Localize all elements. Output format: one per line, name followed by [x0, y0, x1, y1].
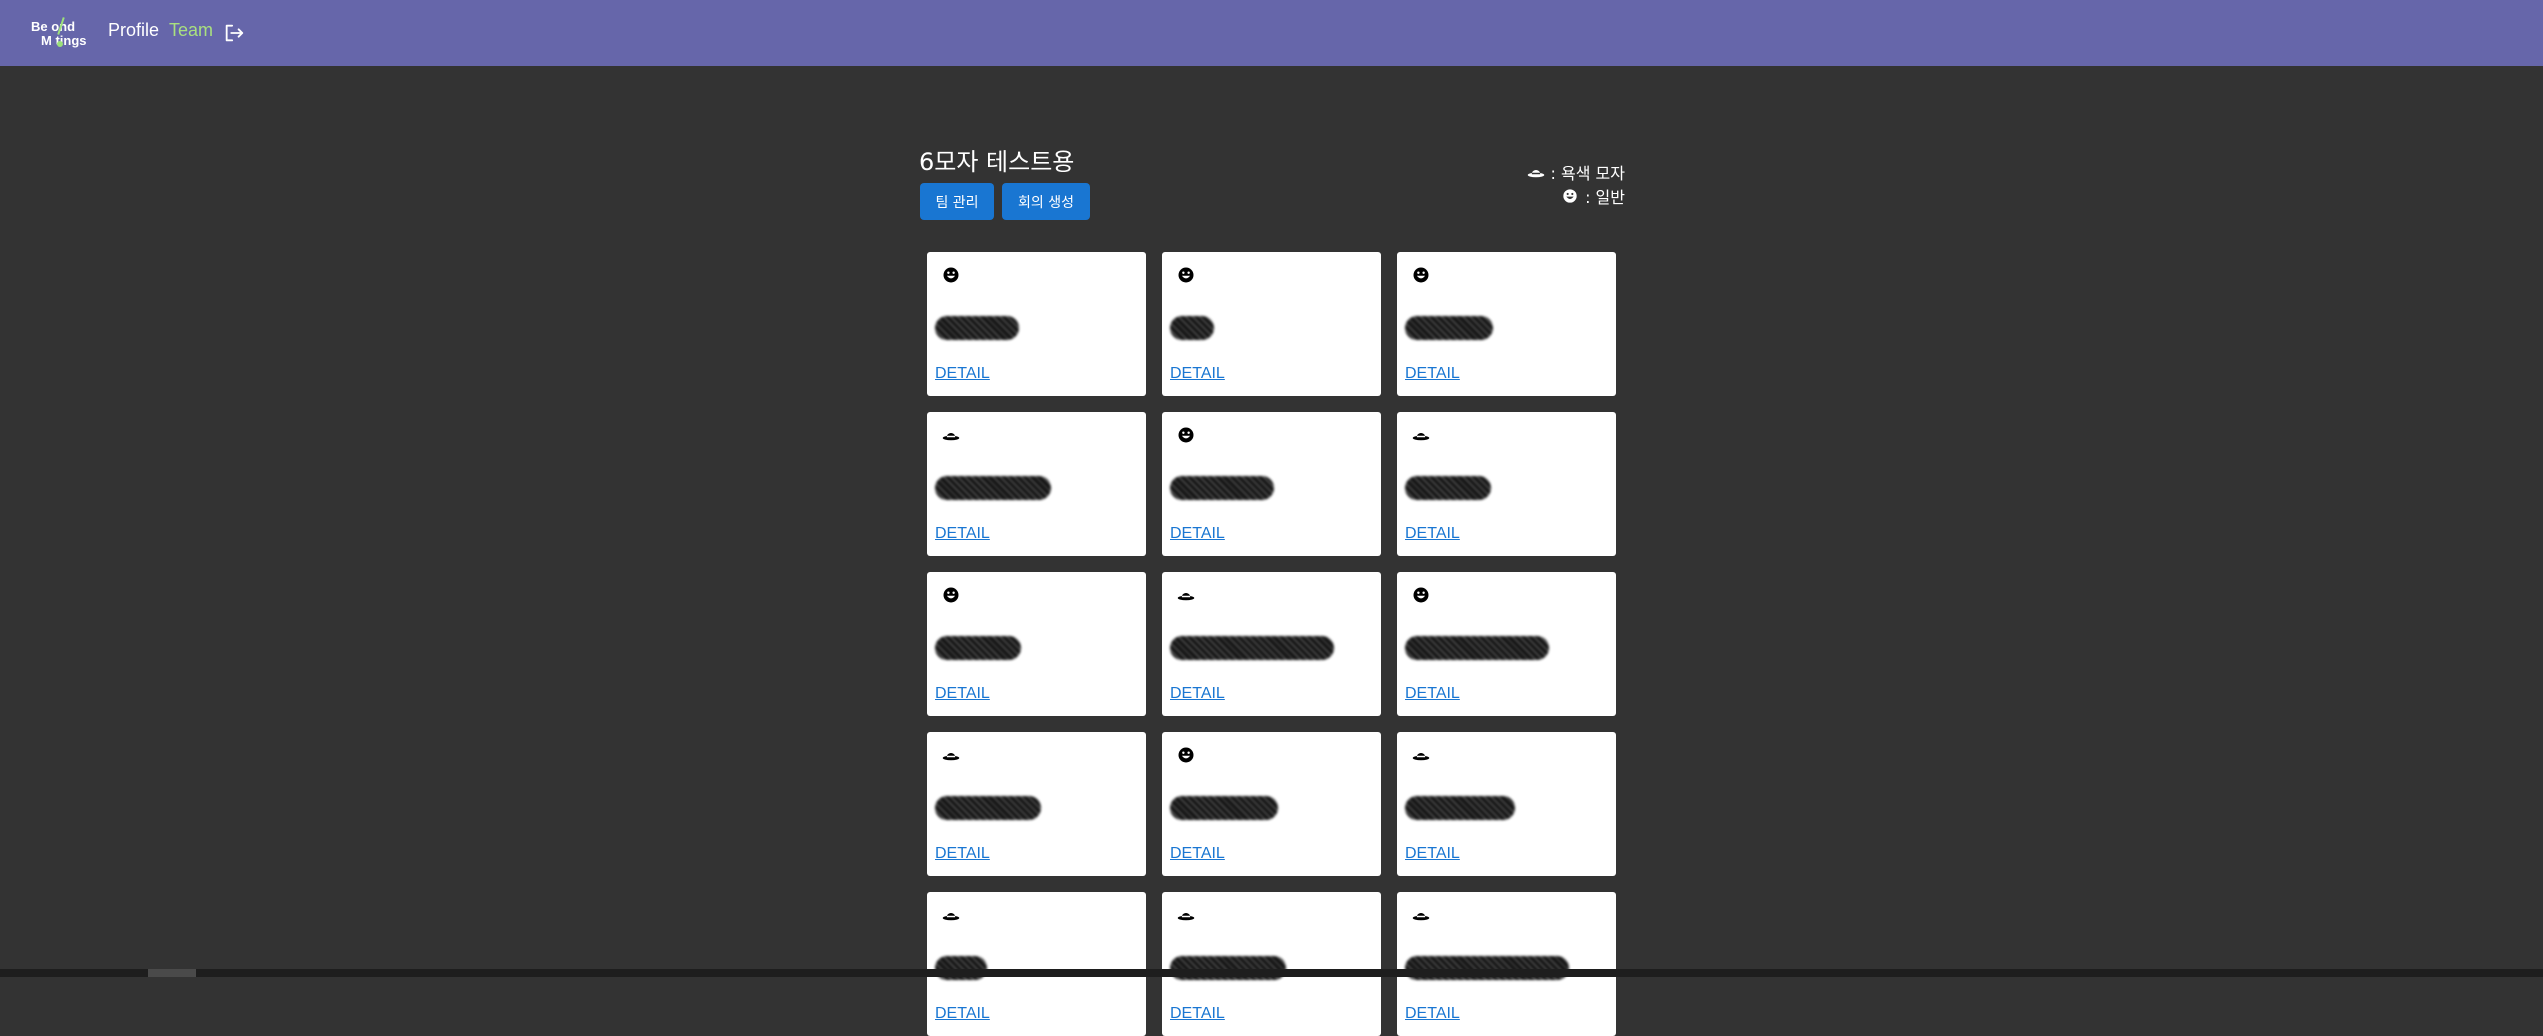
logo-accent-dot: [57, 41, 63, 47]
member-detail-link[interactable]: DETAIL: [935, 1005, 990, 1023]
create-meeting-button[interactable]: 회의 생성: [1002, 183, 1090, 220]
redacted-member-name: [1170, 796, 1278, 820]
member-detail-link[interactable]: DETAIL: [1170, 365, 1225, 383]
horizontal-scrollbar[interactable]: [0, 969, 2543, 977]
top-navbar: Be ond M tings Profile Team: [0, 0, 2543, 66]
bowler-hat-icon: [942, 746, 960, 764]
smiley-icon: [1412, 266, 1430, 284]
redacted-member-name: [935, 636, 1021, 660]
smiley-icon: [1563, 189, 1577, 203]
redacted-member-name: [1170, 636, 1334, 660]
bowler-hat-icon: [1177, 586, 1195, 604]
member-card: DETAIL: [1397, 892, 1616, 1036]
redacted-member-name: [1405, 796, 1515, 820]
member-card: DETAIL: [1162, 412, 1381, 556]
redacted-member-name: [935, 316, 1019, 340]
redacted-member-name: [935, 476, 1051, 500]
member-detail-link[interactable]: DETAIL: [935, 685, 990, 703]
legend-normal-label: : 일반: [1585, 188, 1625, 207]
member-detail-link[interactable]: DETAIL: [1170, 845, 1225, 863]
member-card: DETAIL: [1162, 252, 1381, 396]
smiley-icon: [942, 266, 960, 284]
member-card: DETAIL: [1162, 572, 1381, 716]
member-detail-link[interactable]: DETAIL: [935, 365, 990, 383]
bowler-hat-icon: [1412, 906, 1430, 924]
member-card: DETAIL: [927, 412, 1146, 556]
member-detail-link[interactable]: DETAIL: [1170, 1005, 1225, 1023]
member-card: DETAIL: [1397, 732, 1616, 876]
member-detail-link[interactable]: DETAIL: [1405, 1005, 1460, 1023]
legend-normal: : 일반: [1527, 184, 1625, 208]
bowler-hat-icon: [1527, 169, 1544, 178]
redacted-member-name: [935, 796, 1041, 820]
bowler-hat-icon: [942, 426, 960, 444]
member-card: DETAIL: [1162, 732, 1381, 876]
smiley-icon: [1412, 586, 1430, 604]
member-card: DETAIL: [1162, 892, 1381, 1036]
smiley-icon: [1177, 266, 1195, 284]
nav-team-link[interactable]: Team: [169, 20, 213, 41]
redacted-member-name: [1405, 476, 1491, 500]
bowler-hat-icon: [1412, 746, 1430, 764]
scrollbar-thumb[interactable]: [148, 969, 196, 977]
member-detail-link[interactable]: DETAIL: [1170, 525, 1225, 543]
redacted-member-name: [1170, 316, 1214, 340]
member-detail-link[interactable]: DETAIL: [1405, 525, 1460, 543]
member-card: DETAIL: [927, 892, 1146, 1036]
nav-profile-link[interactable]: Profile: [108, 20, 159, 41]
logout-icon[interactable]: [223, 22, 245, 44]
smiley-icon: [1177, 746, 1195, 764]
bowler-hat-icon: [942, 906, 960, 924]
logo-line-2: M tings: [41, 33, 87, 48]
redacted-member-name: [1170, 476, 1274, 500]
member-card: DETAIL: [927, 252, 1146, 396]
member-card-grid: DETAIL DETAIL DETAIL DETAIL DETAIL DETAI…: [927, 252, 1616, 1036]
beyond-meetings-logo[interactable]: Be ond M tings: [29, 17, 95, 51]
legend-brown-hat-label: : 욕색 모자: [1550, 164, 1625, 183]
legend-brown-hat: : 욕색 모자: [1527, 160, 1625, 184]
member-detail-link[interactable]: DETAIL: [1405, 685, 1460, 703]
member-card: DETAIL: [1397, 252, 1616, 396]
member-card: DETAIL: [1397, 412, 1616, 556]
bowler-hat-icon: [1412, 426, 1430, 444]
member-detail-link[interactable]: DETAIL: [1170, 685, 1225, 703]
role-legend: : 욕색 모자 : 일반: [1527, 160, 1625, 208]
logo-line-1: Be ond: [31, 19, 76, 34]
smiley-icon: [942, 586, 960, 604]
member-detail-link[interactable]: DETAIL: [935, 525, 990, 543]
member-card: DETAIL: [927, 732, 1146, 876]
redacted-member-name: [1405, 636, 1549, 660]
team-manage-button[interactable]: 팀 관리: [920, 183, 994, 220]
smiley-icon: [1177, 426, 1195, 444]
member-card: DETAIL: [927, 572, 1146, 716]
redacted-member-name: [1405, 316, 1493, 340]
bowler-hat-icon: [1177, 906, 1195, 924]
member-card: DETAIL: [1397, 572, 1616, 716]
team-title: 6모자 테스트용: [919, 148, 1075, 176]
member-detail-link[interactable]: DETAIL: [935, 845, 990, 863]
member-detail-link[interactable]: DETAIL: [1405, 845, 1460, 863]
member-detail-link[interactable]: DETAIL: [1405, 365, 1460, 383]
